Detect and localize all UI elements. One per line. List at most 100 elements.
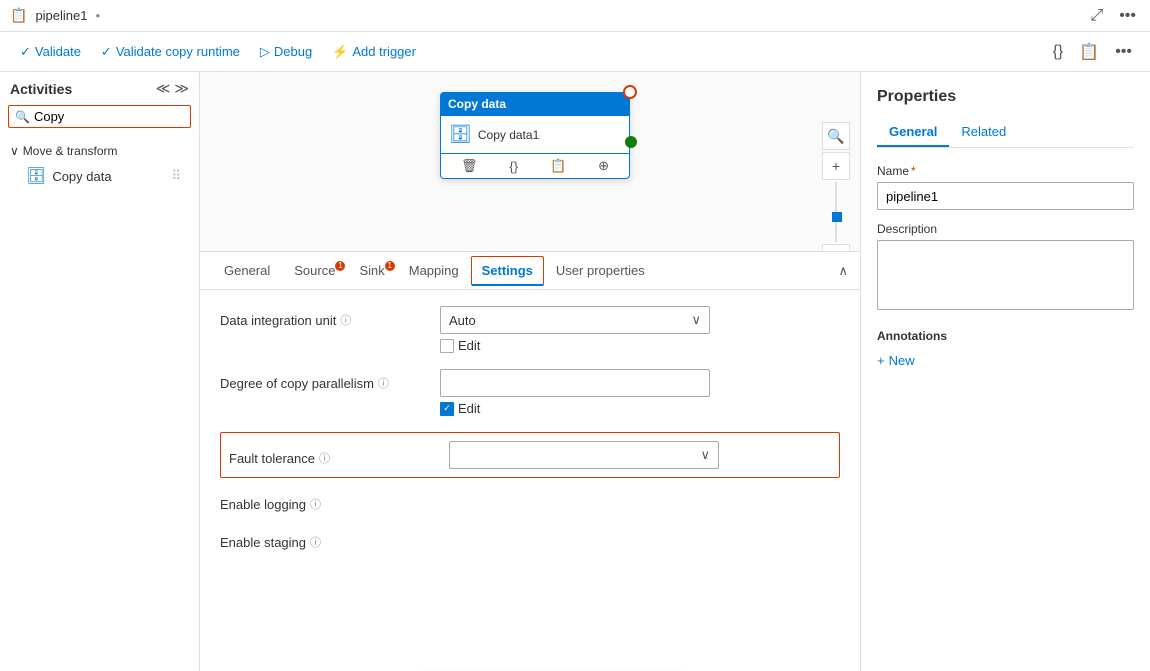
enable-logging-row: Enable logging ⓘ — [220, 490, 840, 512]
data-integration-control: Auto ∨ Edit — [440, 306, 840, 353]
title-actions: ⤢ ••• — [1086, 5, 1140, 27]
validate-label: Validate — [35, 44, 81, 59]
toolbar-right: {} 📋 ••• — [1047, 38, 1138, 66]
code-button[interactable]: {} — [1047, 38, 1070, 66]
bottom-panel: General Source 1 Sink 1 Mapping Settings — [200, 251, 860, 671]
validate-copy-label: Validate copy runtime — [116, 44, 240, 59]
tab-mapping[interactable]: Mapping — [397, 255, 471, 288]
fault-tolerance-chevron-icon: ∨ — [700, 447, 710, 463]
sidebar: Activities ≪ ≫ 🔍 ∨ Move & transform 🗄 Co… — [0, 72, 200, 671]
node-success-dot — [625, 136, 637, 148]
enable-staging-row: Enable staging ⓘ — [220, 528, 840, 550]
canvas-controls: 🔍 + − — [822, 122, 850, 272]
tab-user-properties[interactable]: User properties — [544, 255, 657, 288]
copy-node-button[interactable]: 📋 — [550, 158, 566, 174]
sidebar-section: ∨ Move & transform 🗄 Copy data ⠿ — [0, 136, 199, 194]
fault-tolerance-label: Fault tolerance ⓘ — [229, 444, 449, 466]
add-trigger-button[interactable]: ⚡ Add trigger — [324, 40, 424, 64]
properties-tabs: General Related — [877, 118, 1134, 148]
data-integration-checkbox[interactable] — [440, 339, 454, 353]
data-integration-unit-row: Data integration unit ⓘ Auto ∨ Edit — [220, 306, 840, 353]
more-options-button[interactable]: ••• — [1115, 5, 1140, 27]
section-header[interactable]: ∨ Move & transform — [10, 140, 189, 162]
degree-checkbox[interactable]: ✓ — [440, 402, 454, 416]
tab-settings[interactable]: Settings — [471, 256, 544, 286]
degree-parallelism-label: Degree of copy parallelism ⓘ — [220, 369, 440, 391]
props-tab-related[interactable]: Related — [949, 118, 1018, 147]
monitor-button[interactable]: 📋 — [1073, 38, 1105, 66]
data-integration-value: Auto — [449, 313, 476, 328]
sidebar-header-icons: ≪ ≫ — [156, 80, 189, 97]
enable-logging-info-icon: ⓘ — [310, 496, 321, 512]
sink-badge: 1 — [385, 261, 395, 271]
data-integration-info-icon: ⓘ — [340, 312, 351, 328]
settings-content: Data integration unit ⓘ Auto ∨ Edit — [200, 290, 860, 671]
degree-parallelism-control: ✓ Edit — [440, 369, 840, 416]
node-footer: 🗑 {} 📋 ⊕ — [440, 154, 630, 179]
collapse-icon[interactable]: ≪ — [156, 80, 171, 97]
fault-tolerance-row: Fault tolerance ⓘ ∨ — [220, 432, 840, 478]
add-annotation-button[interactable]: + New — [877, 351, 915, 370]
degree-parallelism-input[interactable] — [440, 369, 710, 397]
data-integration-select[interactable]: Auto ∨ — [440, 306, 710, 334]
tabs-bar: General Source 1 Sink 1 Mapping Settings — [200, 252, 860, 290]
data-integration-label: Data integration unit ⓘ — [220, 306, 440, 328]
description-field-textarea[interactable] — [877, 240, 1134, 310]
tab-sink[interactable]: Sink 1 — [347, 255, 396, 288]
section-label: Move & transform — [23, 144, 118, 158]
sidebar-header: Activities ≪ ≫ — [0, 72, 199, 105]
props-tab-general[interactable]: General — [877, 118, 949, 147]
enable-logging-label: Enable logging ⓘ — [220, 490, 440, 512]
more-button[interactable]: ••• — [1109, 38, 1138, 66]
zoom-in-button[interactable]: + — [822, 152, 850, 180]
title-bar: 📋 pipeline1 ● ⤢ ••• — [0, 0, 1150, 32]
fault-tolerance-control: ∨ — [449, 441, 831, 469]
search-canvas-button[interactable]: 🔍 — [822, 122, 850, 150]
tab-source[interactable]: Source 1 — [282, 255, 347, 288]
node-icon: 🗄 — [449, 124, 472, 145]
fault-tolerance-info-icon: ⓘ — [319, 450, 330, 466]
node-header-label: Copy data — [448, 97, 506, 111]
delete-node-button[interactable]: 🗑 — [461, 158, 478, 174]
name-field-label: Name * — [877, 164, 1134, 178]
enable-staging-label: Enable staging ⓘ — [220, 528, 440, 550]
sidebar-item-label: Copy data — [52, 169, 111, 184]
activities-title: Activities — [10, 81, 72, 97]
search-input[interactable] — [34, 109, 184, 124]
enable-staging-info-icon: ⓘ — [310, 534, 321, 550]
data-integration-edit-label: Edit — [458, 338, 480, 353]
code-node-button[interactable]: {} — [509, 158, 518, 174]
chevron-down-icon: ∨ — [10, 144, 19, 158]
validate-button[interactable]: ✓ Validate — [12, 40, 89, 64]
annotations-section: Annotations + New — [877, 329, 1134, 370]
validate-icon: ✓ — [20, 44, 31, 60]
expand-sidebar-icon[interactable]: ≫ — [174, 80, 189, 97]
debug-button[interactable]: ▷ Debug — [252, 40, 320, 64]
add-node-button[interactable]: ⊕ — [598, 158, 609, 174]
description-field-label: Description — [877, 222, 1134, 236]
data-integration-edit: Edit — [440, 338, 840, 353]
title-dot: ● — [95, 11, 100, 20]
expand-button[interactable]: ⤢ — [1086, 5, 1107, 27]
degree-edit: ✓ Edit — [440, 401, 840, 416]
plus-icon: + — [877, 353, 885, 368]
degree-edit-label: Edit — [458, 401, 480, 416]
properties-panel: Properties General Related Name * Descri… — [860, 72, 1150, 671]
node-body: 🗄 Copy data1 — [440, 116, 630, 154]
collapse-panel-button[interactable]: ∧ — [838, 263, 848, 279]
required-star: * — [911, 164, 916, 178]
title-name: pipeline1 — [35, 8, 87, 23]
toolbar: ✓ Validate ✓ Validate copy runtime ▷ Deb… — [0, 32, 1150, 72]
source-badge: 1 — [335, 261, 345, 271]
degree-info-icon: ⓘ — [378, 375, 389, 391]
validate-copy-button[interactable]: ✓ Validate copy runtime — [93, 40, 248, 64]
zoom-slider — [835, 182, 837, 242]
tab-general[interactable]: General — [212, 255, 282, 288]
name-field-input[interactable] — [877, 182, 1134, 210]
fault-tolerance-select[interactable]: ∨ — [449, 441, 719, 469]
node-name: Copy data1 — [478, 128, 539, 142]
copy-data-icon: 🗄 — [26, 166, 46, 186]
main-layout: Activities ≪ ≫ 🔍 ∨ Move & transform 🗄 Co… — [0, 72, 1150, 671]
debug-label: Debug — [274, 44, 312, 59]
sidebar-item-copy-data[interactable]: 🗄 Copy data ⠿ — [10, 162, 189, 190]
